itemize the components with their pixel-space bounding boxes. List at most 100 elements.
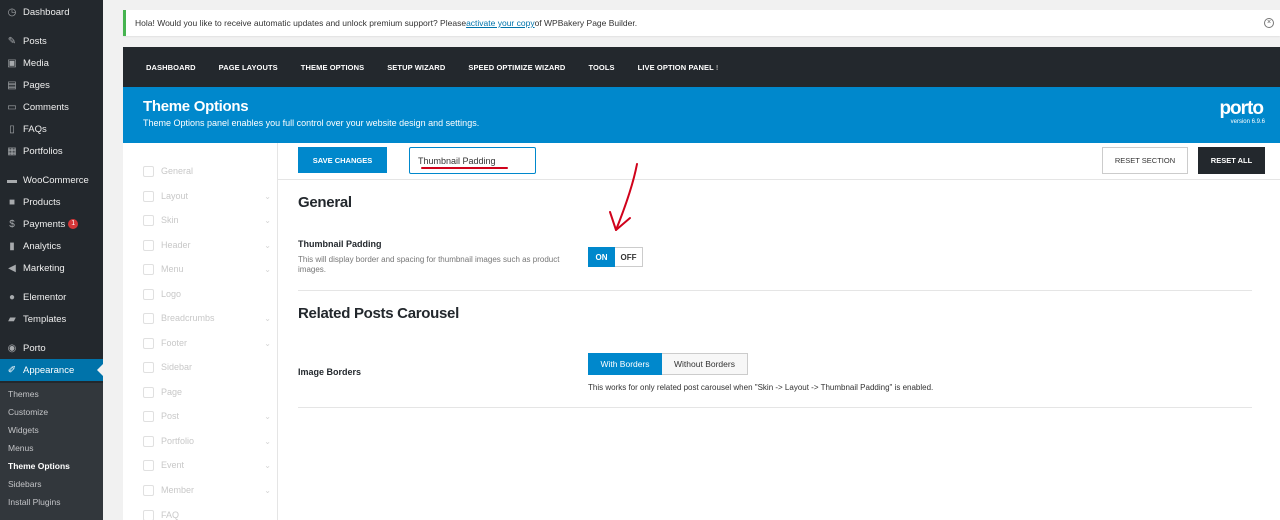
submenu-customize[interactable]: Customize xyxy=(8,407,48,417)
nav-header[interactable]: Header ⌄ xyxy=(143,236,271,254)
menu-portfolios[interactable]: ▦ Portfolios xyxy=(0,140,103,162)
menu-media[interactable]: ▣ Media xyxy=(0,52,103,74)
options-main: General Thumbnail Padding This will disp… xyxy=(278,180,1280,520)
menu-posts[interactable]: ✎ Posts xyxy=(0,30,103,52)
page-subtitle: Theme Options panel enables you full con… xyxy=(143,118,480,128)
thumbnail-padding-label: Thumbnail Padding xyxy=(298,239,382,249)
faq-icon xyxy=(143,509,154,520)
nav-page[interactable]: Page xyxy=(143,383,271,401)
tab-speed-optimize-wizard[interactable]: SPEED OPTIMIZE WIZARD xyxy=(468,63,565,72)
elementor-icon: ● xyxy=(8,291,16,303)
without-borders-button[interactable]: Without Borders xyxy=(662,353,748,375)
chevron-down-icon: ⌄ xyxy=(264,338,271,348)
divider xyxy=(298,290,1252,291)
menu-payments[interactable]: $ Payments 1 xyxy=(0,213,103,235)
options-toolbar: SAVE CHANGES Thumbnail Padding RESET SEC… xyxy=(278,143,1280,180)
reset-section-button[interactable]: RESET SECTION xyxy=(1102,147,1188,174)
products-icon: ■ xyxy=(8,196,16,208)
switch-off[interactable]: OFF xyxy=(615,247,643,267)
close-icon[interactable]: × xyxy=(1264,18,1274,28)
nav-sidebar[interactable]: Sidebar xyxy=(143,358,271,376)
post-icon xyxy=(143,410,154,422)
menu-marketing[interactable]: ◀ Marketing xyxy=(0,257,103,279)
skin-icon xyxy=(143,214,154,226)
nav-breadcrumbs[interactable]: Breadcrumbs ⌄ xyxy=(143,309,271,327)
switch-on[interactable]: ON xyxy=(588,247,615,267)
nav-faq[interactable]: FAQ xyxy=(143,506,271,520)
image-borders-note: This works for only related post carouse… xyxy=(588,383,934,392)
annotation-underline xyxy=(421,167,508,169)
submenu-widgets[interactable]: Widgets xyxy=(8,425,39,435)
chevron-down-icon: ⌄ xyxy=(264,411,271,421)
nav-post[interactable]: Post ⌄ xyxy=(143,407,271,425)
tab-tools[interactable]: TOOLS xyxy=(588,63,614,72)
menu-pages[interactable]: ▤ Pages xyxy=(0,74,103,96)
payments-icon: $ xyxy=(9,218,15,230)
activate-link[interactable]: activate your copy xyxy=(466,18,535,28)
woocommerce-icon: ▬ xyxy=(7,174,17,186)
templates-icon: ▰ xyxy=(8,313,16,325)
theme-options-header: Theme Options Theme Options panel enable… xyxy=(123,87,1280,143)
submenu-menus[interactable]: Menus xyxy=(8,443,34,453)
submenu-theme-options[interactable]: Theme Options xyxy=(8,461,70,471)
header-icon xyxy=(143,239,154,251)
page-icon xyxy=(143,386,154,398)
portfolio-icon xyxy=(143,435,154,447)
tab-setup-wizard[interactable]: SETUP WIZARD xyxy=(387,63,445,72)
info-icon: ! xyxy=(715,62,719,72)
nav-portfolio[interactable]: Portfolio ⌄ xyxy=(143,432,271,450)
reset-all-button[interactable]: RESET ALL xyxy=(1198,147,1265,174)
dashboard-icon: ◷ xyxy=(7,6,17,18)
with-borders-button[interactable]: With Borders xyxy=(588,353,662,375)
media-icon: ▣ xyxy=(7,57,17,69)
tab-page-layouts[interactable]: PAGE LAYOUTS xyxy=(219,63,278,72)
member-icon xyxy=(143,484,154,496)
tab-dashboard[interactable]: DASHBOARD xyxy=(146,63,196,72)
portfolio-icon: ▦ xyxy=(7,145,17,157)
thumbnail-padding-switch[interactable]: ON OFF xyxy=(588,247,643,267)
menu-comments[interactable]: ▭ Comments xyxy=(0,96,103,118)
menu-elementor[interactable]: ● Elementor xyxy=(0,286,103,308)
wp-admin-sidebar: ◷ Dashboard ✎ Posts ▣ Media ▤ Pages ▭ Comment… xyxy=(0,0,103,520)
chevron-down-icon: ⌄ xyxy=(264,436,271,446)
menu-faqs[interactable]: ▯ FAQs xyxy=(0,118,103,140)
sidebar-icon xyxy=(143,361,154,373)
porto-icon: ◉ xyxy=(7,342,17,354)
submenu-sidebars[interactable]: Sidebars xyxy=(8,479,42,489)
thumbnail-padding-desc: This will display border and spacing for… xyxy=(298,255,560,274)
chevron-down-icon: ⌄ xyxy=(264,264,271,274)
menu-appearance[interactable]: ✐ Appearance xyxy=(0,359,103,381)
general-icon xyxy=(143,165,154,177)
annotation-arrow xyxy=(609,163,638,231)
nav-layout[interactable]: Layout ⌄ xyxy=(143,187,271,205)
nav-skin[interactable]: Skin ⌄ xyxy=(143,211,271,229)
options-sidebar: General Layout ⌄ Skin ⌄ Header ⌄ Menu ⌄ Logo… xyxy=(123,143,278,520)
version-label: version 6.9.6 xyxy=(1230,119,1265,125)
nav-menu[interactable]: Menu ⌄ xyxy=(143,260,271,278)
nav-footer[interactable]: Footer ⌄ xyxy=(143,334,271,352)
menu-templates[interactable]: ▰ Templates xyxy=(0,308,103,330)
submenu-themes[interactable]: Themes xyxy=(8,389,39,399)
nav-logo[interactable]: Logo xyxy=(143,285,271,303)
menu-analytics[interactable]: ▮ Analytics xyxy=(0,235,103,257)
tab-theme-options[interactable]: THEME OPTIONS xyxy=(301,63,364,72)
nav-event[interactable]: Event ⌄ xyxy=(143,456,271,474)
save-changes-button[interactable]: SAVE CHANGES xyxy=(298,147,387,173)
menu-products[interactable]: ■ Products xyxy=(0,191,103,213)
nav-general[interactable]: General xyxy=(143,162,271,180)
tab-live-option-panel[interactable]: LIVE OPTION PANEL ! xyxy=(638,63,719,72)
menu-woocommerce[interactable]: ▬ WooCommerce xyxy=(0,169,103,191)
search-input[interactable]: Thumbnail Padding xyxy=(409,147,536,174)
chevron-down-icon: ⌄ xyxy=(264,313,271,323)
chevron-down-icon: ⌄ xyxy=(264,215,271,225)
nav-member[interactable]: Member ⌄ xyxy=(143,481,271,499)
submenu-install-plugins[interactable]: Install Plugins xyxy=(8,497,60,507)
megaphone-icon: ◀ xyxy=(8,262,16,274)
comment-icon: ▭ xyxy=(7,101,17,113)
breadcrumbs-icon xyxy=(143,312,154,324)
tab-live-option-panel-label: LIVE OPTION PANEL xyxy=(637,62,714,72)
section-title-related-posts: Related Posts Carousel xyxy=(298,305,459,322)
menu-porto[interactable]: ◉ Porto xyxy=(0,337,103,359)
chevron-down-icon: ⌄ xyxy=(264,460,271,470)
menu-dashboard[interactable]: ◷ Dashboard xyxy=(0,1,103,23)
